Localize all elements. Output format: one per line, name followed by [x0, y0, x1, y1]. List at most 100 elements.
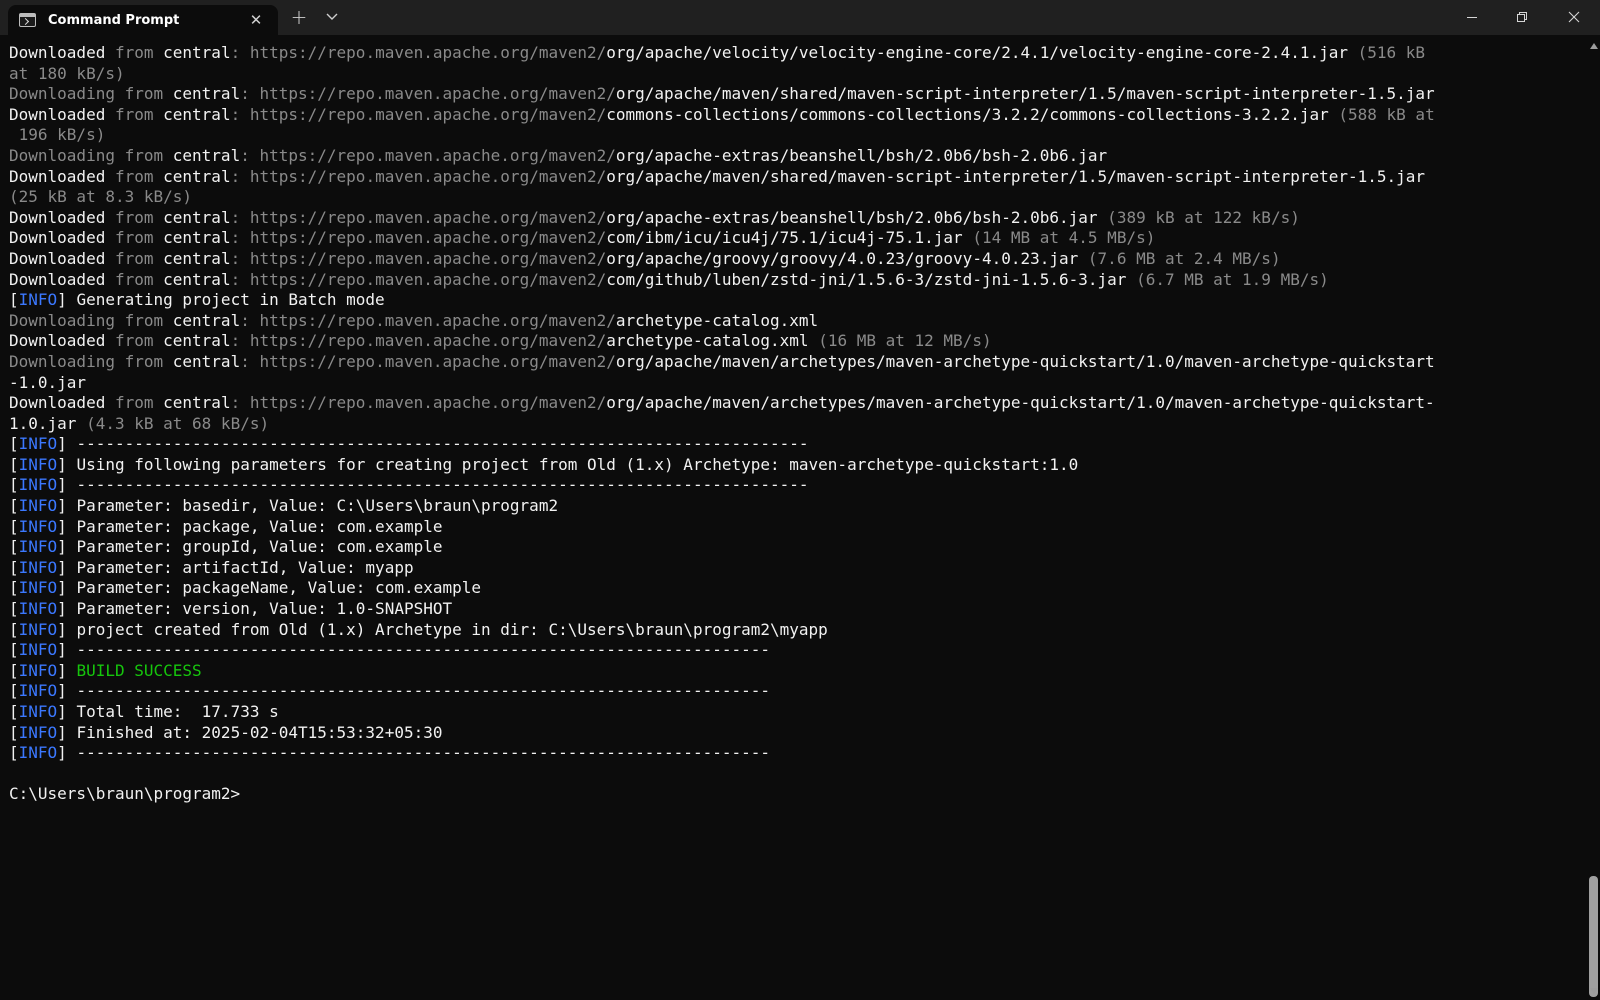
terminal-text: Downloaded: [9, 166, 115, 186]
terminal-output[interactable]: Downloaded from central: https://repo.ma…: [9, 43, 1584, 993]
terminal-line: [INFO] Parameter: artifactId, Value: mya…: [9, 558, 1584, 579]
terminal-text: ] Parameter: basedir, Value: C:\Users\br…: [57, 496, 559, 516]
terminal-text: from: [114, 207, 164, 227]
close-icon[interactable]: ✕: [246, 11, 266, 29]
close-window-button[interactable]: [1549, 0, 1599, 34]
info-tag: INFO: [18, 619, 58, 639]
terminal-text: [: [9, 640, 19, 660]
terminal-text: ] Parameter: packageName, Value: com.exa…: [57, 578, 482, 598]
terminal-line: Downloaded from central: https://repo.ma…: [9, 331, 1584, 352]
terminal-text: -1.0.jar: [9, 372, 87, 392]
terminal-text: ] --------------------------------------…: [57, 434, 809, 454]
terminal-text: (14 MB at 4.5 MB/s): [962, 228, 1156, 248]
terminal-text: [: [9, 475, 19, 495]
scroll-up-icon[interactable]: [1590, 43, 1598, 49]
terminal-text: ] Parameter: package, Value: com.example: [57, 516, 443, 536]
plus-icon: +: [290, 5, 308, 29]
terminal-text: org/apache/velocity/velocity-engine-core…: [606, 43, 1348, 62]
info-tag: INFO: [18, 454, 58, 474]
terminal-text: [: [9, 722, 19, 742]
info-tag: INFO: [18, 516, 58, 536]
scroll-down-icon[interactable]: [1590, 988, 1598, 994]
info-tag: INFO: [18, 434, 58, 454]
terminal-text: : https://repo.maven.apache.org/maven2/: [230, 331, 607, 351]
terminal-text: central: [172, 310, 241, 330]
terminal-text: Downloaded: [9, 248, 115, 268]
terminal-text: Downloaded: [9, 393, 115, 413]
terminal-text: Downloaded: [9, 269, 115, 289]
terminal-text: archetype-catalog.xml: [606, 331, 809, 351]
terminal-text: from: [114, 43, 164, 62]
info-tag: INFO: [18, 578, 58, 598]
tab-title: Command Prompt: [48, 12, 180, 28]
terminal-text: ] project created from Old (1.x) Archety…: [57, 619, 828, 639]
terminal-app-icon: [19, 13, 36, 27]
terminal-text: central: [163, 228, 231, 248]
terminal-text: org/apache/maven/archetypes/maven-archet…: [615, 351, 1435, 371]
terminal-line: [INFO] ---------------------------------…: [9, 681, 1584, 702]
terminal-text: central: [163, 207, 231, 227]
terminal-text: from: [114, 393, 164, 413]
terminal-text: : https://repo.maven.apache.org/maven2/: [230, 166, 607, 186]
terminal-line: [INFO] Parameter: groupId, Value: com.ex…: [9, 537, 1584, 558]
terminal-text: (7.6 MB at 2.4 MB/s): [1078, 248, 1281, 268]
terminal-line: [INFO] Generating project in Batch mode: [9, 290, 1584, 311]
terminal-line: [INFO] BUILD SUCCESS: [9, 661, 1584, 682]
terminal-text: [: [9, 702, 19, 721]
terminal-line: [INFO] ---------------------------------…: [9, 640, 1584, 661]
terminal-text: org/apache/groovy/groovy/4.0.23/groovy-4…: [606, 248, 1079, 268]
terminal-text: [: [9, 454, 19, 474]
terminal-text: [: [9, 681, 19, 701]
terminal-text: org/apache/maven/shared/maven-script-int…: [615, 84, 1435, 104]
terminal-text: commons-collections/commons-collections/…: [606, 104, 1329, 124]
terminal-text: : https://repo.maven.apache.org/maven2/: [230, 248, 607, 268]
terminal-line: [INFO] Finished at: 2025-02-04T15:53:32+…: [9, 723, 1584, 744]
terminal-text: [: [9, 290, 19, 310]
terminal-line: Downloading from central: https://repo.m…: [9, 146, 1584, 167]
terminal-text: 196 kB/s): [9, 125, 106, 145]
terminal-text: : https://repo.maven.apache.org/maven2/: [230, 228, 607, 248]
terminal-text: C:\Users\braun\program2>: [9, 784, 241, 804]
info-tag: INFO: [18, 290, 58, 310]
terminal-text: from: [114, 228, 164, 248]
terminal-text: : https://repo.maven.apache.org/maven2/: [230, 104, 607, 124]
terminal-text: from: [114, 269, 164, 289]
terminal-line: [INFO] Parameter: packageName, Value: co…: [9, 578, 1584, 599]
info-tag: INFO: [18, 722, 58, 742]
terminal-text: Downloading from: [9, 351, 173, 371]
terminal-text: [: [9, 743, 19, 763]
terminal-text: com/ibm/icu/icu4j/75.1/icu4j-75.1.jar: [606, 228, 963, 248]
terminal-text: ] Finished at: 2025-02-04T15:53:32+05:30: [57, 722, 443, 742]
terminal-text: ] Generating project in Batch mode: [57, 290, 385, 310]
terminal-text: [: [9, 496, 19, 516]
chevron-down-icon: [326, 13, 338, 20]
terminal-line: Downloaded from central: https://repo.ma…: [9, 167, 1584, 188]
new-tab-button[interactable]: +: [285, 0, 313, 34]
tab-dropdown-button[interactable]: [318, 0, 346, 34]
scrollbar-thumb[interactable]: [1589, 876, 1598, 997]
terminal-line: Downloaded from central: https://repo.ma…: [9, 393, 1584, 414]
terminal-text: from: [114, 166, 164, 186]
terminal-line: Downloaded from central: https://repo.ma…: [9, 105, 1584, 126]
terminal-text: central: [163, 269, 231, 289]
terminal-text: org/apache/maven/shared/maven-script-int…: [606, 166, 1426, 186]
terminal-text: from: [114, 248, 164, 268]
vertical-scrollbar[interactable]: [1586, 38, 1600, 1000]
minimize-button[interactable]: [1447, 0, 1497, 34]
terminal-text: org/apache-extras/beanshell/bsh/2.0b6/bs…: [606, 207, 1098, 227]
terminal-line: [INFO] Parameter: package, Value: com.ex…: [9, 517, 1584, 538]
terminal-text: org/apache/maven/archetypes/maven-archet…: [606, 393, 1435, 413]
terminal-line: Downloaded from central: https://repo.ma…: [9, 249, 1584, 270]
info-tag: INFO: [18, 537, 58, 557]
maximize-button[interactable]: [1497, 0, 1547, 34]
title-bar: Command Prompt ✕: [0, 0, 1600, 35]
terminal-line: -1.0.jar: [9, 373, 1584, 394]
terminal-text: central: [172, 351, 241, 371]
info-tag: INFO: [18, 599, 58, 619]
terminal-text: : https://repo.maven.apache.org/maven2/: [230, 207, 607, 227]
terminal-text: (588 kB at: [1328, 104, 1435, 124]
terminal-line: [INFO] Parameter: basedir, Value: C:\Use…: [9, 496, 1584, 517]
terminal-line: [INFO] ---------------------------------…: [9, 475, 1584, 496]
tab-command-prompt[interactable]: Command Prompt ✕: [8, 5, 278, 35]
